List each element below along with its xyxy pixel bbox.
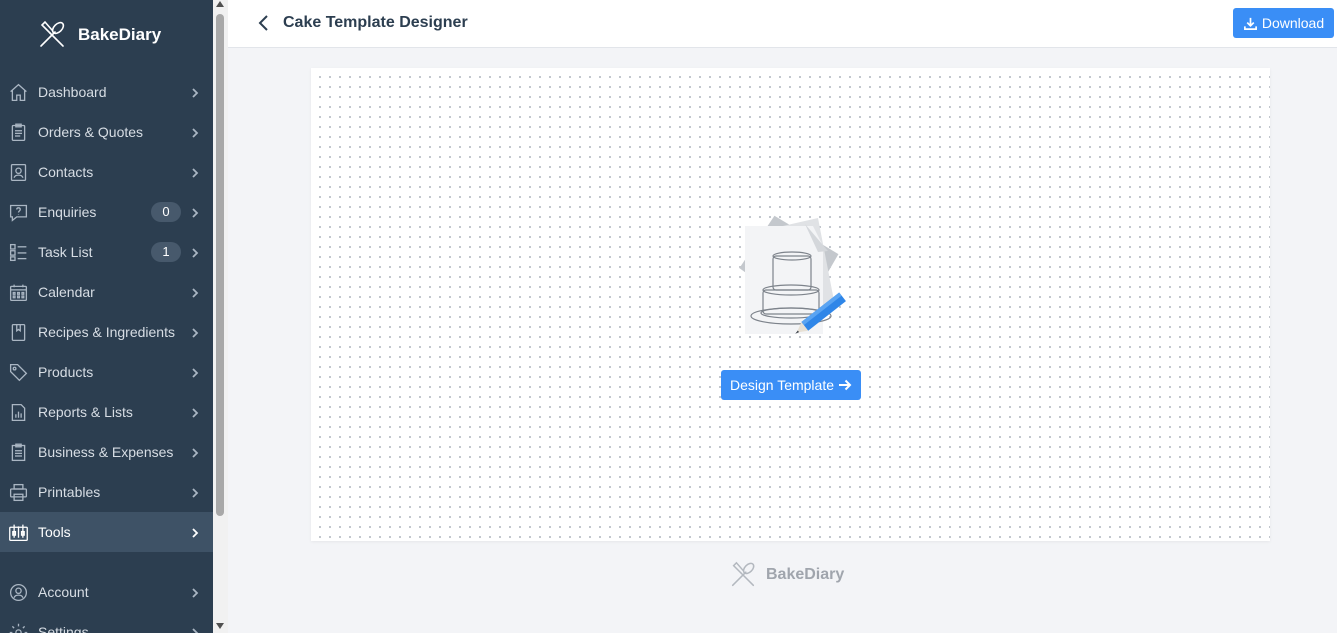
page-title: Cake Template Designer	[283, 14, 468, 31]
download-icon	[1243, 17, 1257, 30]
sidebar-item-label: Settings	[38, 624, 89, 633]
download-button-label: Download	[1261, 15, 1325, 31]
gear-icon	[7, 621, 29, 633]
sidebar-item-label: Account	[38, 584, 89, 600]
sidebar-item-label: Reports & Lists	[38, 404, 133, 420]
design-template-button[interactable]: Design Template	[721, 370, 861, 400]
sidebar-item-label: Products	[38, 364, 94, 380]
scrollbar-thumb[interactable]	[216, 14, 224, 516]
sidebar-scrollbar[interactable]	[213, 0, 228, 633]
sidebar-item-account[interactable]: Account	[0, 572, 213, 612]
chevron-right-icon	[189, 626, 201, 633]
receipt-icon	[7, 441, 29, 463]
chevron-right-icon	[189, 166, 201, 178]
whisk-spatula-logo-icon	[731, 561, 755, 587]
sidebar-item-tools[interactable]: Tools	[0, 512, 213, 552]
count-badge: 0	[151, 202, 181, 222]
sidebar-item-reports-lists[interactable]: Reports & Lists	[0, 392, 213, 432]
question-bubble-icon	[7, 201, 29, 223]
chevron-right-icon	[189, 406, 201, 418]
chevron-right-icon	[189, 126, 201, 138]
tools-icon	[7, 521, 29, 543]
sidebar-item-enquiries[interactable]: Enquiries 0	[0, 192, 213, 232]
whisk-spatula-logo-icon	[40, 20, 65, 47]
scroll-up-arrow-icon[interactable]	[216, 1, 224, 7]
chevron-right-icon	[189, 286, 201, 298]
brand-logo[interactable]: BakeDiary	[0, 0, 213, 70]
sidebar-item-recipes-ingredients[interactable]: Recipes & Ingredients	[0, 312, 213, 352]
footer-brand: BakeDiary	[728, 560, 844, 590]
brand-name: BakeDiary	[78, 25, 162, 44]
sidebar-item-settings[interactable]: Settings	[0, 612, 213, 633]
sidebar-item-label: Enquiries	[38, 204, 97, 220]
chevron-right-icon	[189, 526, 201, 538]
sidebar-item-printables[interactable]: Printables	[0, 472, 213, 512]
sidebar-item-label: Printables	[38, 484, 101, 500]
sidebar-item-task-list[interactable]: Task List 1	[0, 232, 213, 272]
back-button[interactable]	[256, 13, 270, 33]
sidebar-item-label: Contacts	[38, 164, 94, 180]
report-icon	[7, 401, 29, 423]
sidebar-item-orders-quotes[interactable]: Orders & Quotes	[0, 112, 213, 152]
footer-brand-name: BakeDiary	[766, 566, 845, 583]
sidebar-item-calendar[interactable]: Calendar	[0, 272, 213, 312]
calendar-icon	[7, 281, 29, 303]
chevron-right-icon	[189, 586, 201, 598]
page-header: Cake Template Designer Download	[228, 0, 1337, 48]
sidebar-item-label: Business & Expenses	[38, 444, 174, 460]
chevron-left-icon	[258, 15, 268, 31]
tag-icon	[7, 361, 29, 383]
sidebar-item-contacts[interactable]: Contacts	[0, 152, 213, 192]
clipboard-icon	[7, 121, 29, 143]
sidebar: BakeDiary Dashboard Orders & Quotes Cont…	[0, 0, 213, 633]
count-badge: 1	[151, 242, 181, 262]
arrow-right-icon	[839, 379, 852, 391]
sidebar-item-label: Recipes & Ingredients	[38, 324, 175, 340]
template-canvas: Design Template	[311, 68, 1270, 541]
sidebar-item-dashboard[interactable]: Dashboard	[0, 72, 213, 112]
chevron-right-icon	[189, 446, 201, 458]
chevron-right-icon	[189, 246, 201, 258]
chevron-right-icon	[189, 86, 201, 98]
printer-icon	[7, 481, 29, 503]
chevron-right-icon	[189, 206, 201, 218]
design-template-button-label: Design Template	[729, 377, 835, 393]
sidebar-item-business-expenses[interactable]: Business & Expenses	[0, 432, 213, 472]
cake-template-illustration	[739, 215, 846, 334]
sidebar-item-label: Task List	[38, 244, 93, 260]
download-button[interactable]: Download	[1233, 8, 1334, 38]
recipe-book-icon	[7, 321, 29, 343]
sidebar-item-label: Dashboard	[38, 84, 107, 100]
account-icon	[7, 581, 29, 603]
chevron-right-icon	[189, 486, 201, 498]
home-icon	[7, 81, 29, 103]
sidebar-item-label: Calendar	[38, 284, 95, 300]
scroll-down-arrow-icon[interactable]	[216, 623, 224, 629]
chevron-right-icon	[189, 366, 201, 378]
chevron-right-icon	[189, 326, 201, 338]
sidebar-item-label: Tools	[38, 524, 71, 540]
sidebar-item-products[interactable]: Products	[0, 352, 213, 392]
contact-card-icon	[7, 161, 29, 183]
checklist-icon	[7, 241, 29, 263]
sidebar-item-label: Orders & Quotes	[38, 124, 144, 140]
